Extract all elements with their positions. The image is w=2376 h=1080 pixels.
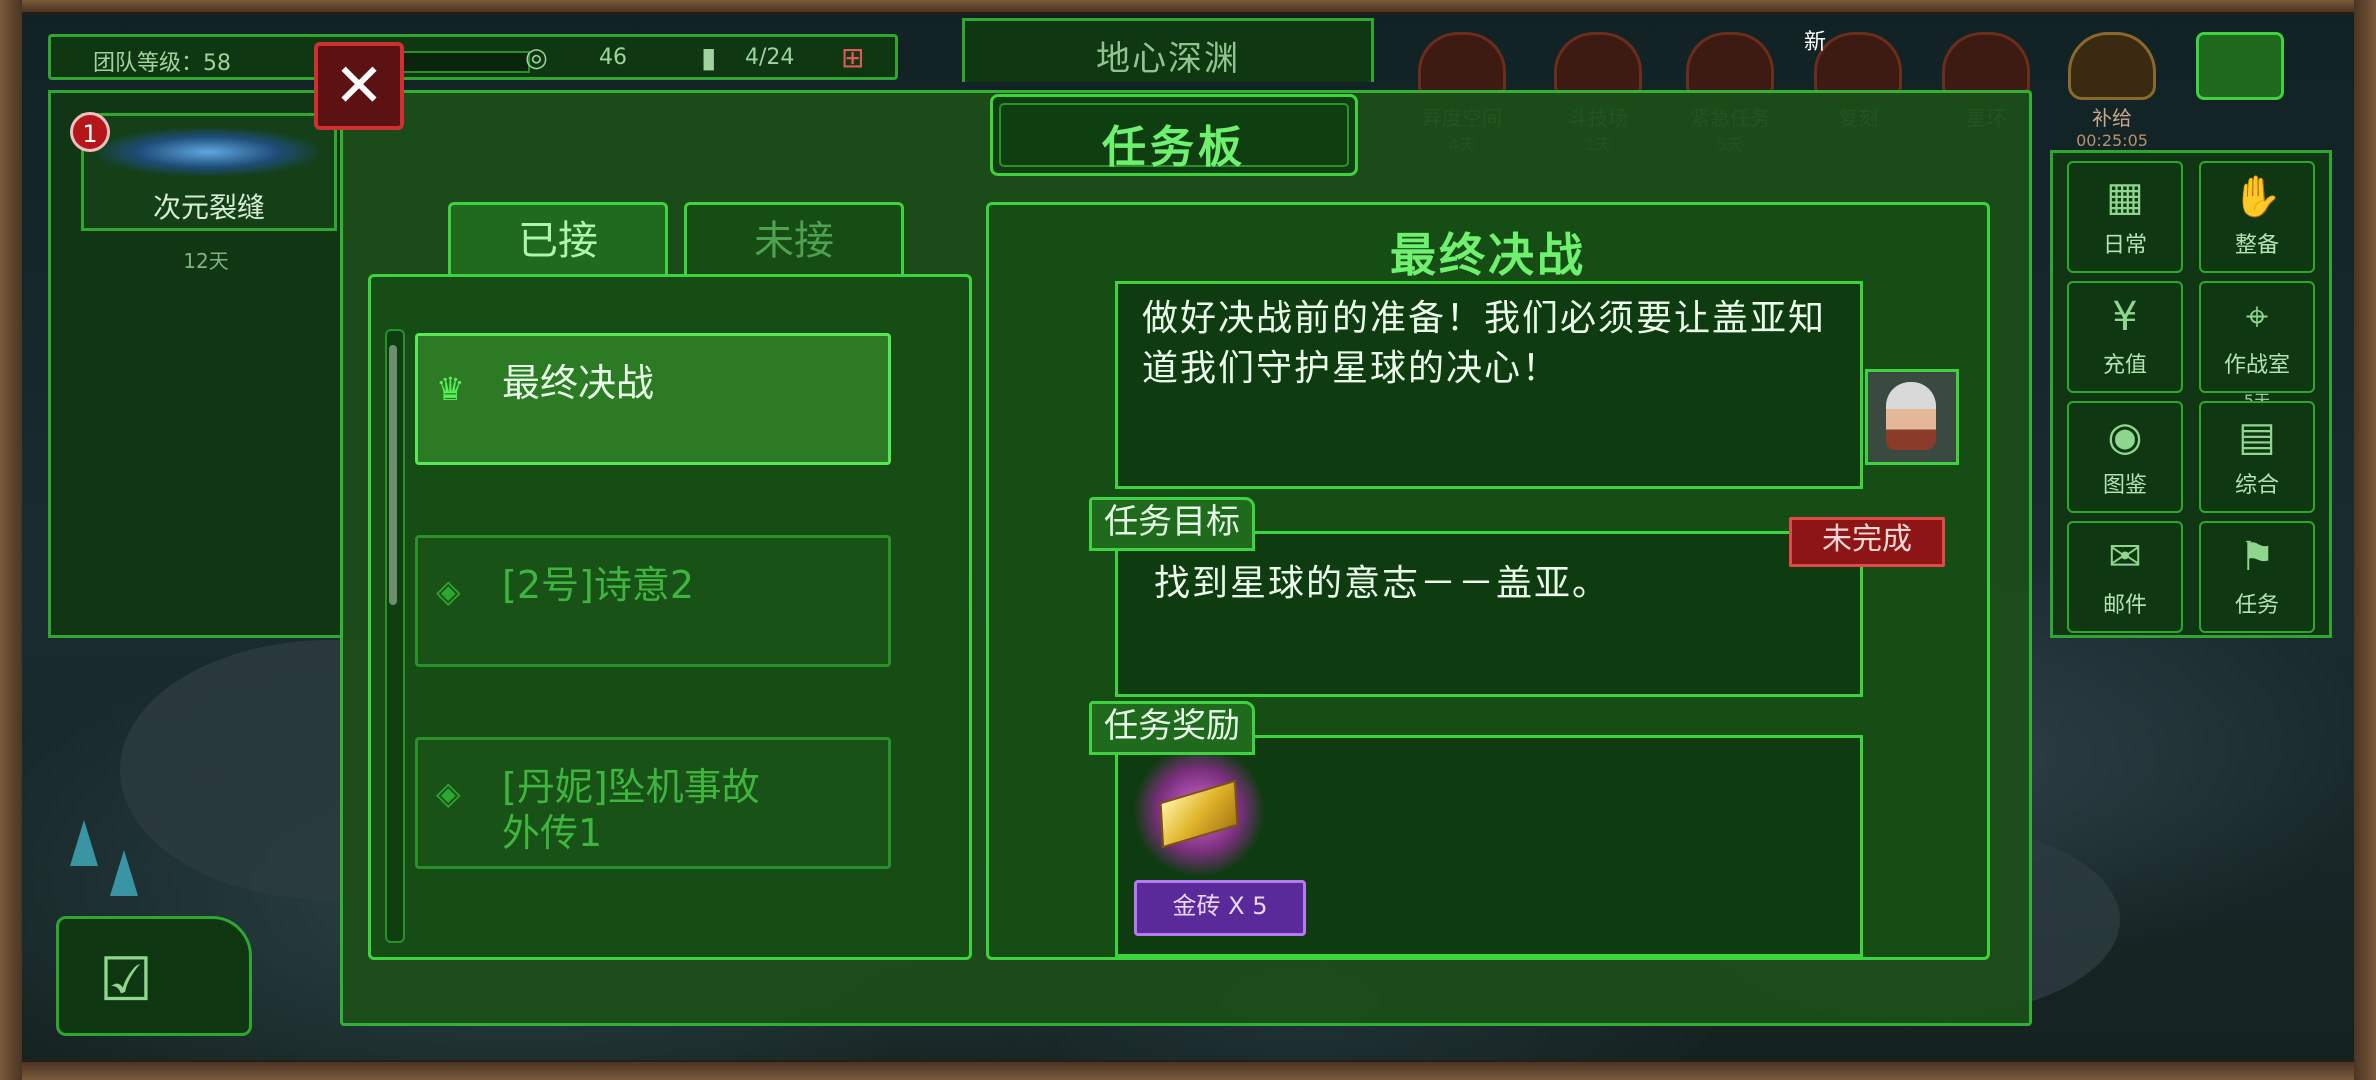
reward-item-label: 金砖 X 5 <box>1134 880 1306 936</box>
right-menu-panel: ▦日常✋整备¥充值⌖作战室5天◉图鉴▤综合✉邮件⚑任务 <box>2050 150 2332 638</box>
frame-bottom <box>0 1060 2376 1080</box>
reward-label: 任务奖励 <box>1089 701 1255 755</box>
npc-portrait <box>1865 369 1959 465</box>
crystal-decoration <box>110 850 138 896</box>
tab-unaccepted[interactable]: 未接 <box>684 202 904 281</box>
menu-button-label: 综合 <box>2234 473 2279 498</box>
quest-list: ♛ 最终决战 ◈ [2号]诗意2 ◈ [丹妮]坠机事故 外传1 <box>368 274 972 960</box>
menu-button-label: 任务 <box>2234 593 2279 618</box>
scrollbar[interactable] <box>385 329 405 943</box>
dialogue-text: 做好决战前的准备！我们必须要让盖亚知道我们守护星球的决心！ <box>1142 298 1827 389</box>
menu-button-2[interactable]: ¥ 充值 <box>2067 281 2183 393</box>
menu-button-label: 整备 <box>2234 233 2279 258</box>
calendar-icon: ▦ <box>2106 174 2144 220</box>
battery-icon: ▮ <box>701 41 717 74</box>
energy-count: 4/24 <box>745 45 795 70</box>
menu-button-label: 作战室 <box>2223 353 2290 378</box>
clipboard-icon: ▤ <box>2238 414 2276 460</box>
frame-left <box>0 0 22 1080</box>
menu-button-label: 日常 <box>2102 233 2147 258</box>
goal-status-badge: 未完成 <box>1789 517 1945 567</box>
top-icon-sublabel: 00:25:05 <box>2076 131 2148 150</box>
coin-count: 46 <box>599 45 627 70</box>
goal-text: 找到星球的意志－－盖亚。 <box>1154 563 1611 604</box>
modal-title: 任务板 <box>1102 122 1246 173</box>
dialogue-bubble: 做好决战前的准备！我们必须要让盖亚知道我们守护星球的决心！ <box>1115 281 1863 489</box>
left-side-panel: 次元裂缝 12天 <box>48 90 344 638</box>
rift-days: 12天 <box>183 249 229 273</box>
tab-accepted[interactable]: 已接 <box>448 202 668 281</box>
menu-button-7[interactable]: ⚑ 任务 <box>2199 521 2315 633</box>
menu-button-1[interactable]: ✋ 整备 <box>2199 161 2315 273</box>
frame-top <box>0 0 2376 14</box>
status-bar: 团队等级：58 ◎ 46 ▮ 4/24 ⊞ <box>48 34 898 80</box>
ship-icon <box>2196 32 2284 100</box>
mail-icon: ✉ <box>2108 534 2142 580</box>
frame-right <box>2354 0 2376 1080</box>
top-icon-label: 补给 <box>2092 106 2132 130</box>
quest-item-label: 最终决战 <box>502 361 655 405</box>
crown-icon: ♛ <box>436 370 465 408</box>
close-icon: ✕ <box>333 51 385 121</box>
menu-button-3[interactable]: ⌖作战室5天 <box>2199 281 2315 410</box>
quest-item[interactable]: ◈ [2号]诗意2 <box>415 535 891 667</box>
menu-button-5[interactable]: ▤ 综合 <box>2199 401 2315 513</box>
coin-icon: ◎ <box>525 43 548 73</box>
menu-button-6[interactable]: ✉ 邮件 <box>2067 521 2183 633</box>
checklist-icon: ☑ <box>99 945 153 1015</box>
rift-image <box>98 128 318 176</box>
menu-button-label: 图鉴 <box>2102 473 2147 498</box>
quest-item[interactable]: ◈ [丹妮]坠机事故 外传1 <box>415 737 891 869</box>
location-tab: 地心深渊 <box>962 18 1374 82</box>
new-badge: 新 <box>1804 30 1827 55</box>
map-pin-icon: ⌖ <box>2245 294 2269 340</box>
quest-item-label: [2号]诗意2 <box>502 563 695 607</box>
scrollbar-thumb[interactable] <box>389 345 397 605</box>
dimension-rift-card[interactable]: 次元裂缝 <box>81 113 337 231</box>
notification-badge: 1 <box>70 112 110 152</box>
supply-box-icon <box>2068 32 2156 100</box>
menu-button-label: 充值 <box>2102 353 2147 378</box>
quest-title: 最终决战 <box>1390 228 1586 282</box>
rift-name: 次元裂缝 <box>152 191 265 224</box>
plus-icon[interactable]: ⊞ <box>841 41 864 74</box>
diamond-icon: ◈ <box>436 572 461 610</box>
gear-hand-icon: ✋ <box>2232 174 2282 220</box>
quest-item[interactable]: ♛ 最终决战 <box>415 333 891 465</box>
coins-icon: ¥ <box>2112 294 2138 340</box>
quest-item-label: [丹妮]坠机事故 外传1 <box>502 765 760 855</box>
menu-button-label: 邮件 <box>2102 593 2147 618</box>
modal-title-plate: 任务板 <box>990 94 1358 176</box>
reward-box: 金砖 X 5 <box>1115 735 1863 957</box>
crystal-decoration <box>70 820 98 866</box>
flag-icon: ⚑ <box>2239 534 2275 580</box>
goal-box: 找到星球的意志－－盖亚。 <box>1115 531 1863 697</box>
close-button[interactable]: ✕ <box>314 42 404 130</box>
camera-icon: ◉ <box>2107 414 2143 460</box>
menu-button-0[interactable]: ▦ 日常 <box>2067 161 2183 273</box>
top-icon-5[interactable]: 补给 00:25:05 <box>2054 26 2170 150</box>
top-icon-6[interactable] <box>2182 26 2298 136</box>
diamond-icon: ◈ <box>436 774 461 812</box>
location-name: 地心深渊 <box>1096 39 1240 79</box>
checklist-button[interactable]: ☑ <box>56 916 252 1036</box>
quest-detail-panel: 最终决战 做好决战前的准备！我们必须要让盖亚知道我们守护星球的决心！ 找到星球的… <box>986 202 1990 960</box>
npc-face <box>1886 382 1936 450</box>
team-level: 团队等级：58 <box>93 51 231 76</box>
menu-button-4[interactable]: ◉ 图鉴 <box>2067 401 2183 513</box>
goal-label: 任务目标 <box>1089 497 1255 551</box>
